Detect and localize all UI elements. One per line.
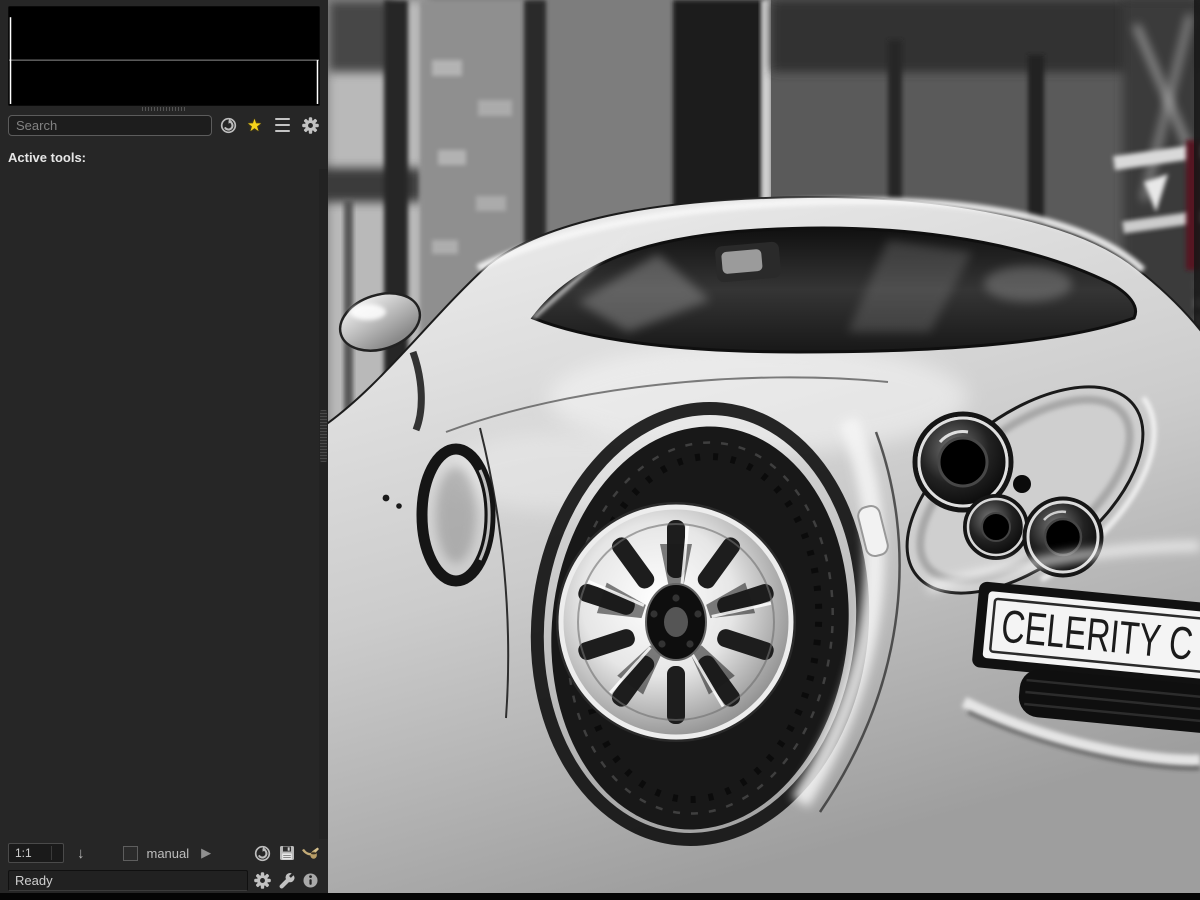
tools-scrollbar-thumb[interactable]: [320, 410, 327, 462]
sidebar: ★ Active tools:: [0, 0, 328, 900]
tool-list-menu-icon[interactable]: [273, 116, 292, 135]
run-pipe-icon[interactable]: [301, 844, 320, 863]
histogram-chart: [9, 7, 319, 105]
status-toolbar: Ready: [8, 868, 320, 893]
status-text: Ready: [15, 873, 53, 888]
main-image: CELERITY C: [328, 0, 1200, 900]
manual-checkbox[interactable]: [123, 846, 138, 861]
info-icon[interactable]: [301, 871, 320, 890]
headlight-sensor-dot: [1013, 475, 1031, 493]
zoom-level-value: 1:1: [15, 846, 32, 860]
favorites-star-icon[interactable]: ★: [245, 116, 264, 135]
search-toolbar: ★: [8, 113, 320, 137]
active-tools-list: [0, 169, 328, 171]
settings-gear-button[interactable]: [253, 871, 272, 890]
manual-label: manual: [147, 846, 190, 861]
tools-scrollbar[interactable]: [319, 169, 328, 839]
zoom-level-select[interactable]: 1:1: [8, 843, 64, 863]
histogram-resize-grip[interactable]: [142, 107, 186, 111]
search-reset-icon[interactable]: [219, 116, 238, 135]
save-icon[interactable]: [277, 844, 296, 863]
image-bottom-strip: [328, 893, 1200, 900]
wrench-icon[interactable]: [277, 871, 296, 890]
headlight-lamp-mid: [965, 496, 1027, 558]
status-bar: Ready: [8, 870, 248, 891]
reset-pipe-icon[interactable]: [253, 844, 272, 863]
zoom-fit-icon[interactable]: ↓: [77, 845, 85, 862]
photivo-window: ★ Active tools:: [0, 0, 1200, 900]
run-triangle-icon[interactable]: ▶: [201, 845, 211, 861]
active-tools-header: Active tools:: [8, 150, 328, 165]
search-input[interactable]: [8, 115, 212, 136]
rearview-mirror: [715, 241, 782, 282]
zoom-select-divider: [51, 846, 52, 860]
settings-gear-icon[interactable]: [301, 116, 320, 135]
window-bottom-strip: [0, 893, 328, 900]
image-viewport[interactable]: CELERITY C: [328, 0, 1200, 900]
histogram-panel[interactable]: [8, 6, 320, 106]
zoom-toolbar: 1:1 ↓ manual ▶: [8, 840, 320, 866]
